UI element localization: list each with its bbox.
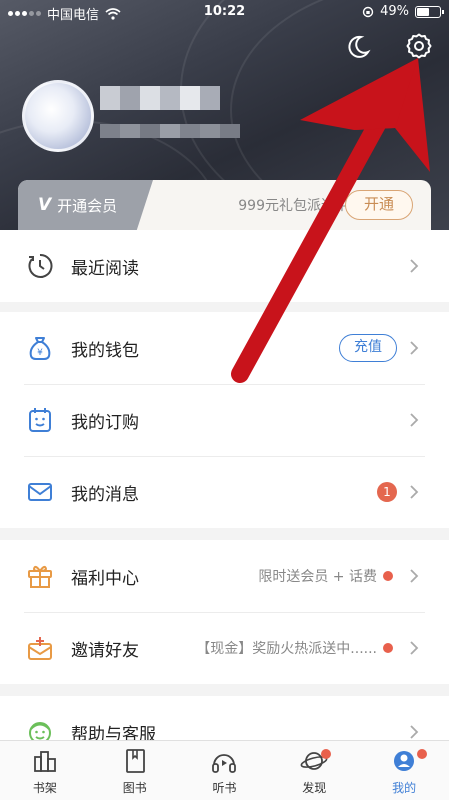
gear-icon[interactable]	[405, 32, 433, 60]
chevron-right-icon	[410, 413, 419, 427]
invite-friends-label: 邀请好友	[71, 640, 139, 661]
tab-label: 我的	[392, 781, 417, 795]
notification-dot	[417, 749, 428, 759]
notification-dot	[383, 643, 393, 653]
profile-icon	[394, 751, 415, 771]
recharge-button[interactable]: 充值	[339, 334, 397, 362]
vip-tag-label: 开通会员	[57, 196, 118, 215]
clock-icon	[28, 253, 53, 278]
invite-envelope-icon	[28, 637, 52, 660]
messages-label: 我的消息	[71, 484, 139, 505]
chevron-right-icon	[410, 485, 419, 499]
recent-group: 最近阅读	[0, 230, 449, 302]
open-vip-button[interactable]: 开通	[345, 190, 413, 220]
svg-text:¥: ¥	[37, 348, 43, 358]
chevron-right-icon	[410, 725, 419, 739]
tab-bookshelf[interactable]: 书架	[0, 741, 90, 800]
welfare-center-item[interactable]: 福利中心 限时送会员 + 话费	[0, 540, 449, 612]
account-group: ¥ 我的钱包 充值 我的订购 我的消息 1	[0, 312, 449, 528]
invite-promo-text: 【现金】奖励火热派送中......	[196, 641, 377, 657]
bookshelf-icon	[33, 751, 56, 772]
chevron-right-icon	[410, 641, 419, 655]
mail-icon	[28, 483, 52, 501]
recent-reading-item[interactable]: 最近阅读	[0, 230, 449, 302]
moon-icon[interactable]	[344, 33, 372, 61]
chevron-right-icon	[410, 259, 419, 273]
recent-reading-label: 最近阅读	[71, 258, 139, 279]
vip-card[interactable]: V 开通会员 999元礼包派送中 开通	[18, 180, 431, 230]
tab-label: 图书	[122, 781, 147, 795]
tab-label: 书架	[32, 781, 57, 795]
benefits-group: 福利中心 限时送会员 + 话费 邀请好友 【现金】奖励火热派送中......	[0, 540, 449, 684]
orders-item[interactable]: 我的订购	[0, 384, 449, 456]
tab-me[interactable]: 我的	[359, 741, 449, 800]
headphones-icon	[212, 754, 237, 773]
gift-icon	[28, 565, 52, 588]
battery-icon	[415, 5, 444, 18]
tab-audiobooks[interactable]: 听书	[180, 741, 270, 800]
username-blurred	[100, 86, 220, 110]
tab-discover[interactable]: 发现	[269, 741, 359, 800]
wallet-label: 我的钱包	[71, 340, 139, 361]
user-id-blurred	[100, 124, 240, 138]
book-icon	[125, 749, 145, 773]
vip-logo-icon: V	[38, 195, 52, 215]
chevron-right-icon	[410, 569, 419, 583]
message-count-badge: 1	[377, 482, 397, 502]
vip-tag: V 开通会员	[18, 180, 153, 230]
vip-promo-text: 999元礼包派送中	[238, 198, 349, 214]
invite-friends-item[interactable]: 邀请好友 【现金】奖励火热派送中......	[0, 612, 449, 684]
notification-dot	[383, 571, 393, 581]
tab-label: 发现	[302, 781, 327, 795]
tab-books[interactable]: 图书	[90, 741, 180, 800]
money-bag-icon: ¥	[29, 337, 51, 360]
welfare-center-label: 福利中心	[71, 568, 139, 589]
orientation-lock-icon	[362, 6, 374, 17]
messages-item[interactable]: 我的消息 1	[0, 456, 449, 528]
calendar-smile-icon	[29, 408, 51, 432]
orders-label: 我的订购	[71, 412, 139, 433]
battery-percent: 49%	[380, 4, 409, 19]
status-bar: 中国电信 10:22 49%	[0, 0, 449, 24]
bottom-tab-bar: 书架 图书 听书 发现 我的	[0, 740, 449, 800]
avatar[interactable]	[22, 80, 94, 152]
notification-dot	[321, 749, 332, 759]
wallet-item[interactable]: ¥ 我的钱包 充值	[0, 312, 449, 384]
welfare-promo-text: 限时送会员 + 话费	[258, 569, 377, 585]
tab-label: 听书	[212, 781, 237, 795]
chevron-right-icon	[410, 341, 419, 355]
